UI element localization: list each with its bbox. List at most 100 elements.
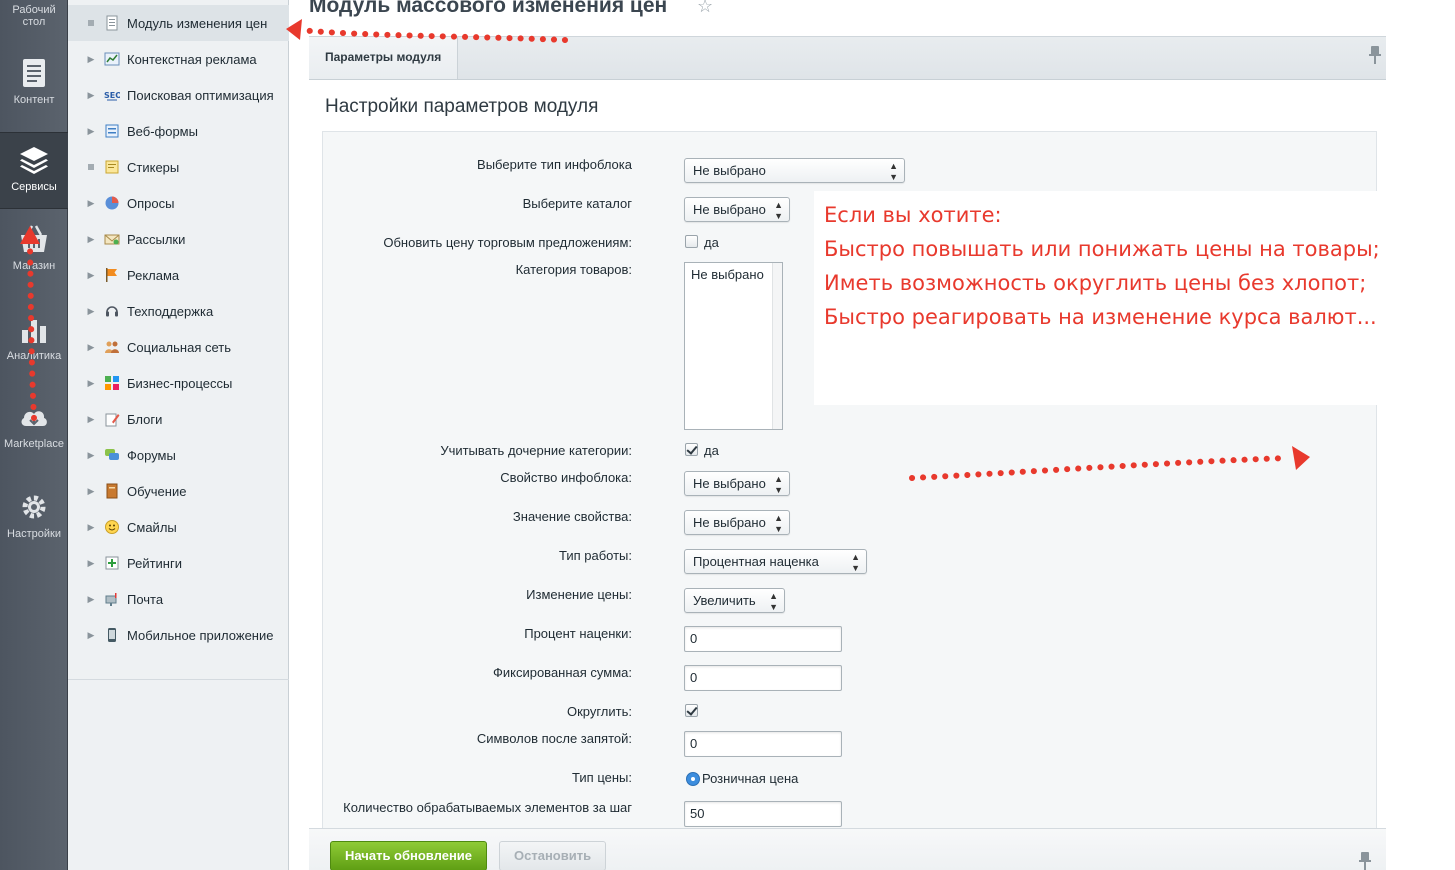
menu-item-label: Смайлы [127,519,177,535]
page-title: Модуль массового изменения цен [309,0,668,17]
property-value-select[interactable]: Не выбрано ▲ ▼ [684,510,790,535]
rail-item-desktop[interactable]: Рабочий стол [0,4,68,34]
rail-item-content[interactable]: Контент [0,56,68,116]
cloud-download-icon [21,411,47,426]
menu-item-ads[interactable]: ▶ Реклама [68,257,289,293]
headset-icon [106,306,118,317]
work-type-select[interactable]: Процентная наценка ▲ ▼ [684,549,867,574]
menu-item-price-module[interactable]: Модуль изменения цен [68,5,289,41]
menu-item-social[interactable]: ▶ Социальная сеть [68,329,289,365]
menu-item-ratings[interactable]: ▶ Рейтинги [68,545,289,581]
expand-arrow-icon: ▶ [87,449,95,460]
menu-item-support[interactable]: ▶ Техподдержка [68,293,289,329]
iblock-property-select[interactable]: Не выбрано ▲ ▼ [684,471,790,496]
menu-item-blogs[interactable]: ▶ Блоги [68,401,289,437]
menu-item-label: Контекстная реклама [127,51,257,67]
rail-item-services[interactable]: Сервисы [0,132,68,209]
expand-arrow-icon: ▶ [87,593,95,604]
favorite-star-icon[interactable]: ☆ [697,0,713,17]
select-arrows-icon: ▲ ▼ [769,591,778,612]
menu-item-label: Реклама [127,267,180,283]
page-icon [106,15,118,31]
bar-chart-icon [22,320,46,343]
rail-item-label: Магазин [12,260,56,272]
menu-item-seo[interactable]: ▶ SEO Поисковая оптимизация [68,77,289,113]
basket-icon [21,225,47,252]
round-checkbox[interactable] [685,704,698,717]
menu-item-label: Модуль изменения цен [127,15,268,31]
bullet-icon [88,164,94,170]
rating-plus-icon [105,556,119,570]
menu-item-label: Мобильное приложение [127,627,274,643]
markup-percent-input[interactable]: 0 [684,626,842,652]
promo-line: Если вы хотите: [824,203,1002,227]
menu-item-label: Почта [127,591,164,607]
update-offers-option: да [704,235,719,250]
people-icon [105,341,119,353]
catalog-label: Выберите каталог [522,196,632,211]
menu-item-mobile-app[interactable]: ▶ Мобильное приложение [68,617,289,653]
rail-item-analytics[interactable]: Аналитика [0,312,68,372]
menu-list: Модуль изменения цен ▶ Контекстная рекла… [68,5,289,653]
menu-item-mail[interactable]: ▶ Почта [68,581,289,617]
menu-item-context-ads[interactable]: ▶ Контекстная реклама [68,41,289,77]
menu-item-smiles[interactable]: ▶ Смайлы [68,509,289,545]
start-update-button[interactable]: Начать обновление [330,841,488,870]
menu-item-webforms[interactable]: ▶ Веб-формы [68,113,289,149]
menu-item-bizproc[interactable]: ▶ Бизнес-процессы [68,365,289,401]
rail-item-label: Рабочий стол [12,4,56,28]
listbox-scrollbar[interactable] [772,263,782,429]
promo-line: Быстро реагировать на изменение курса ва… [824,305,1377,329]
tab-bar: Параметры модуля [309,36,1386,80]
expand-arrow-icon: ▶ [87,377,95,388]
fixed-sum-input[interactable]: 0 [684,665,842,691]
menu-item-learning[interactable]: ▶ Обучение [68,473,289,509]
book-icon [106,483,118,499]
menu-item-forums[interactable]: ▶ Форумы [68,437,289,473]
menu-divider [68,679,289,680]
iblock-type-select[interactable]: Не выбрано ▲ ▼ [684,158,905,183]
svg-text:SEO: SEO [104,91,120,100]
menu-item-mailings[interactable]: ▶ Рассылки [68,221,289,257]
expand-arrow-icon: ▶ [87,269,95,280]
catalog-select[interactable]: Не выбрано ▲ ▼ [684,197,790,222]
seo-icon: SEO [104,91,120,101]
envelope-icon [104,234,120,245]
rail-item-shop[interactable]: Магазин [0,222,68,282]
menu-item-stickers[interactable]: Стикеры [68,149,289,185]
stop-button[interactable]: Остановить [499,841,607,870]
rail-item-settings[interactable]: Настройки [0,490,68,546]
rail-item-label: Сервисы [11,181,57,193]
menu-item-polls[interactable]: ▶ Опросы [68,185,289,221]
pin-icon[interactable] [1368,45,1382,65]
expand-arrow-icon: ▶ [87,341,95,352]
expand-arrow-icon: ▶ [87,197,95,208]
settings-form: Выберите тип инфоблока Не выбрано ▲ ▼ Выб… [322,131,1408,831]
per-step-input[interactable]: 50 [684,801,842,827]
layers-icon [20,147,48,174]
child-categories-checkbox[interactable] [685,443,698,456]
tab-module-params[interactable]: Параметры модуля [309,37,459,79]
price-type-radio[interactable] [686,772,700,786]
update-offers-checkbox[interactable] [685,235,698,248]
menu-item-label: Бизнес-процессы [127,375,233,391]
mailbox-icon [105,593,117,606]
decimals-input[interactable]: 0 [684,731,842,757]
iblock-property-label: Свойство инфоблока: [500,470,632,485]
smiley-icon [105,520,119,534]
price-change-select[interactable]: Увеличить ▲ ▼ [684,588,785,613]
listbox-option[interactable]: Не выбрано [691,267,764,282]
pin-icon[interactable] [1358,851,1372,870]
select-value: Процентная наценка [693,554,819,569]
expand-arrow-icon: ▶ [87,305,95,316]
chart-icon [104,52,120,66]
iblock-type-label: Выберите тип инфоблока [477,157,632,172]
flag-icon [106,268,117,282]
section-title: Настройки параметров модуля [325,96,599,117]
rail-item-label: Контент [13,94,55,106]
expand-arrow-icon: ▶ [87,557,95,568]
category-listbox[interactable]: Не выбрано [684,262,783,430]
menu-item-label: Форумы [127,447,176,463]
rail-item-marketplace[interactable]: Marketplace [0,400,68,456]
services-menu: Модуль изменения цен ▶ Контекстная рекла… [68,0,289,870]
